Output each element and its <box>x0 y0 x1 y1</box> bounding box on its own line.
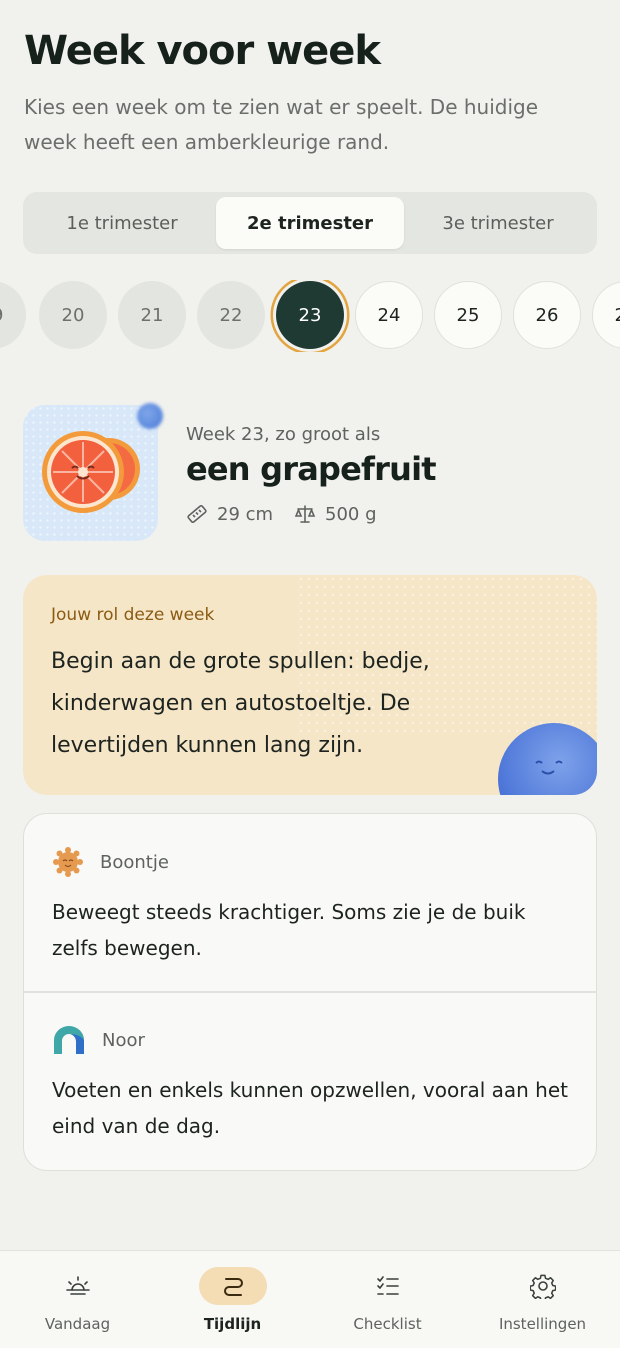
note-noor: Noor Voeten en enkels kunnen opzwellen, … <box>24 1022 596 1144</box>
note-boontje: Boontje Beweegt steeds krachtiger. Soms … <box>24 844 596 966</box>
week-pill[interactable]: 27 <box>592 281 620 349</box>
trimester-selector: 1e trimester 2e trimester 3e trimester <box>23 192 597 254</box>
week-pill-current[interactable]: 23 <box>276 281 344 349</box>
fruit-name: een grapefruit <box>186 450 437 488</box>
role-card: Jouw rol deze week Begin aan de grote sp… <box>23 575 597 795</box>
decorative-dot <box>137 403 163 429</box>
week-pill[interactable]: 19 <box>0 281 26 349</box>
week-pill[interactable]: 24 <box>355 281 423 349</box>
sun-avatar-icon <box>53 847 83 877</box>
scale-icon <box>294 505 316 523</box>
note-text: Voeten en enkels kunnen opzwellen, voora… <box>52 1078 568 1138</box>
length-value: 29 cm <box>217 503 274 525</box>
tab-label: Checklist <box>353 1315 422 1333</box>
week-pill[interactable]: 21 <box>118 281 186 349</box>
tab-checklist[interactable]: Checklist <box>310 1251 465 1348</box>
tab-vandaag[interactable]: Vandaag <box>0 1251 155 1348</box>
page-title: Week voor week <box>24 28 381 74</box>
arch-avatar-icon <box>54 1026 84 1054</box>
role-text: Begin aan de grote spullen: bedje, kinde… <box>51 649 430 758</box>
note-author: Boontje <box>100 851 169 873</box>
week-pill[interactable]: 20 <box>39 281 107 349</box>
sunrise-icon <box>65 1276 90 1295</box>
week-pill[interactable]: 22 <box>197 281 265 349</box>
note-author: Noor <box>102 1029 145 1051</box>
week-strip[interactable]: 19 20 21 22 23 24 25 26 27 <box>0 280 620 352</box>
weight-value: 500 g <box>325 503 377 525</box>
length-metric: 29 cm <box>186 503 273 525</box>
divider <box>24 991 596 993</box>
weight-metric: 500 g <box>294 503 377 525</box>
bottom-tab-bar: Vandaag Tijdlijn Checklist Instellingen <box>0 1250 620 1348</box>
grapefruit-icon <box>42 431 140 513</box>
tab-trimester-2[interactable]: 2e trimester <box>216 197 404 249</box>
tab-instellingen[interactable]: Instellingen <box>465 1251 620 1348</box>
week-pill[interactable]: 26 <box>513 281 581 349</box>
gear-icon <box>529 1274 556 1299</box>
tab-trimester-3[interactable]: 3e trimester <box>404 197 592 249</box>
mascot-blob-icon <box>498 723 597 795</box>
perspectives-card: Boontje Beweegt steeds krachtiger. Soms … <box>23 813 597 1171</box>
role-kicker: Jouw rol deze week <box>51 605 215 625</box>
tab-label: Vandaag <box>44 1315 111 1333</box>
timeline-path-icon <box>223 1278 243 1296</box>
week-pill[interactable]: 25 <box>434 281 502 349</box>
tab-label: Instellingen <box>498 1315 587 1333</box>
note-text: Beweegt steeds krachtiger. Soms zie je d… <box>52 900 526 960</box>
checklist-icon <box>376 1276 399 1295</box>
ruler-icon <box>187 504 207 524</box>
size-kicker: Week 23, zo groot als <box>186 424 381 445</box>
page-subtitle: Kies een week om te zien wat er speelt. … <box>24 95 539 154</box>
tab-tijdlijn[interactable]: Tijdlijn <box>155 1251 310 1348</box>
tab-trimester-1[interactable]: 1e trimester <box>28 197 216 249</box>
fruit-illustration <box>23 405 158 541</box>
tab-label: Tijdlijn <box>203 1315 262 1333</box>
